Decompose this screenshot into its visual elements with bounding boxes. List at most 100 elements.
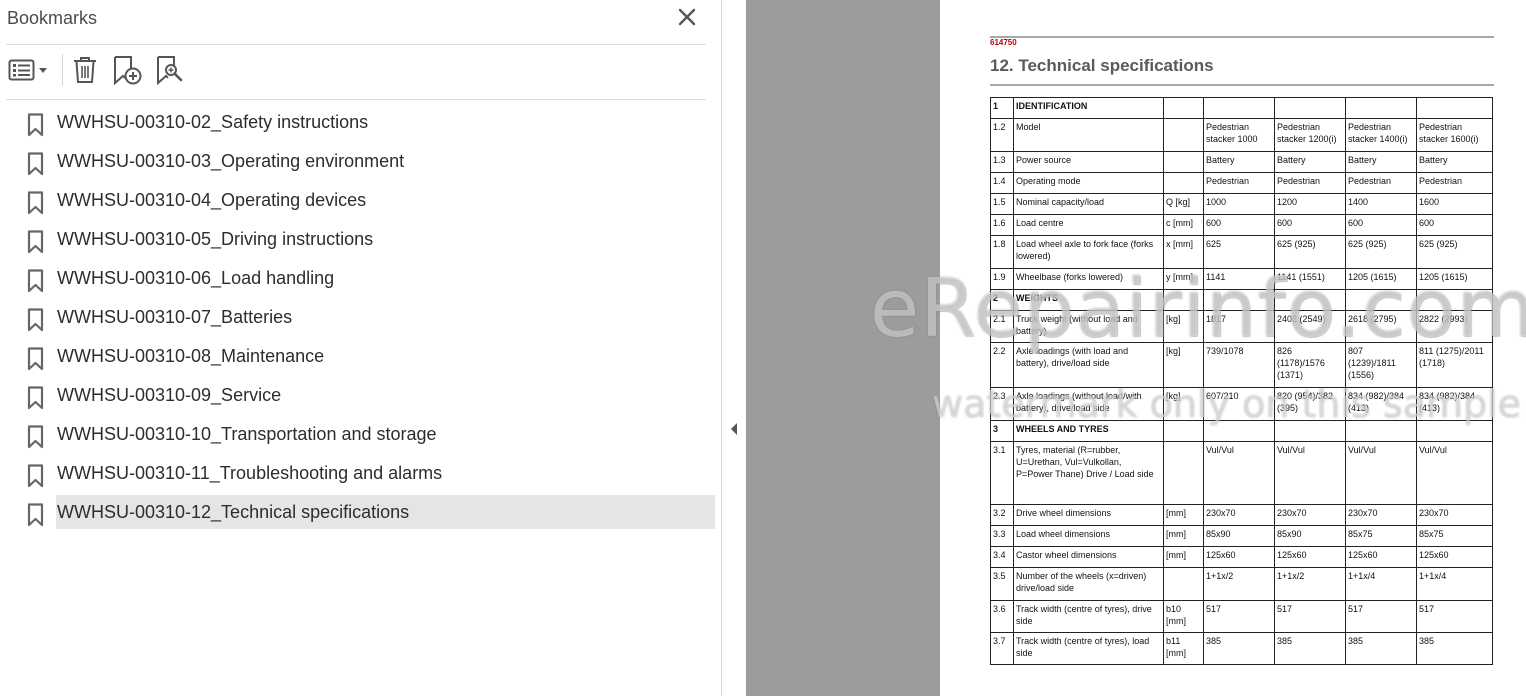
bookmark-label: WWHSU-00310-11_Troubleshooting and alarm…: [57, 463, 443, 483]
spec-value-cell: Pedestrian stacker 1200(i): [1274, 118, 1346, 152]
spec-num-cell: 2.1: [990, 310, 1014, 343]
spec-unit-cell: [1163, 441, 1204, 505]
spec-row: 3.3 Load wheel dimensions [mm] 85x90 85x90 85…: [990, 525, 1493, 547]
spec-unit-cell: x [mm]: [1163, 235, 1204, 269]
bookmark-item[interactable]: WWHSU-00310-02_Safety instructions: [0, 105, 722, 144]
bookmark-item[interactable]: WWHSU-00310-12_Technical specifications: [0, 495, 722, 534]
spec-empty-cell: [1163, 97, 1204, 119]
spec-value-cell: 230x70: [1274, 504, 1346, 526]
bookmark-item[interactable]: WWHSU-00310-08_Maintenance: [0, 339, 722, 378]
bookmark-item[interactable]: WWHSU-00310-09_Service: [0, 378, 722, 417]
spec-unit-cell: [mm]: [1163, 525, 1204, 547]
spec-value-cell: 1+1x/2: [1203, 567, 1275, 601]
spec-row: 2 WEIGHTS: [990, 289, 1493, 311]
bookmark-icon: [27, 230, 44, 254]
bookmark-item[interactable]: WWHSU-00310-05_Driving instructions: [0, 222, 722, 261]
spec-value-cell: Pedestrian: [1416, 172, 1493, 194]
spec-unit-cell: c [mm]: [1163, 214, 1204, 236]
spec-value-cell: 85x75: [1345, 525, 1417, 547]
spec-value-cell: 85x90: [1203, 525, 1275, 547]
spec-value-cell: Battery: [1345, 151, 1417, 173]
spec-row: 3.4 Castor wheel dimensions [mm] 125x60 125x…: [990, 546, 1493, 568]
spec-label-cell: Track width (centre of tyres), drive sid…: [1013, 600, 1164, 633]
spec-value-cell: 600: [1274, 214, 1346, 236]
spec-label-cell: Axle loadings (without load/with battery…: [1013, 387, 1164, 421]
spec-value-cell: 1817: [1203, 310, 1275, 343]
spec-unit-cell: [1163, 118, 1204, 152]
bookmark-icon: [27, 503, 44, 527]
spec-num-cell: 2.2: [990, 342, 1014, 388]
spec-value-cell: 1400: [1345, 193, 1417, 215]
spec-value-cell: Pedestrian stacker 1400(i): [1345, 118, 1417, 152]
spec-num-cell: 1.3: [990, 151, 1014, 173]
spec-unit-cell: [mm]: [1163, 546, 1204, 568]
toolbar-divider-bottom: [6, 99, 706, 100]
bookmark-item[interactable]: WWHSU-00310-03_Operating environment: [0, 144, 722, 183]
spec-empty-cell: [1345, 420, 1417, 442]
spec-num-cell: 3.3: [990, 525, 1014, 547]
spec-unit-cell: [1163, 151, 1204, 173]
bookmark-label: WWHSU-00310-06_Load handling: [57, 268, 335, 288]
spec-num-cell: 3.2: [990, 504, 1014, 526]
spec-value-cell: 517: [1274, 600, 1346, 633]
spec-value-cell: 1+1x/2: [1274, 567, 1346, 601]
spec-value-cell: 600: [1345, 214, 1417, 236]
bookmark-icon: [27, 269, 44, 293]
bookmark-item[interactable]: WWHSU-00310-11_Troubleshooting and alarm…: [0, 456, 722, 495]
spec-row: 1.2 Model Pedestrian stacker 1000 Pedestria…: [990, 118, 1493, 152]
spec-row: 2.3 Axle loadings (without load/with batt…: [990, 387, 1493, 421]
spec-empty-cell: [1345, 97, 1417, 119]
bookmark-options-button[interactable]: [8, 54, 52, 86]
close-panel-button[interactable]: [676, 6, 698, 28]
spec-empty-cell: [1416, 420, 1493, 442]
spec-value-cell: 1141: [1203, 268, 1275, 290]
header-rule: [990, 36, 1494, 38]
bookmark-item[interactable]: WWHSU-00310-10_Transportation and storag…: [0, 417, 722, 456]
document-heading: 12. Technical specifications: [990, 56, 1214, 75]
spec-label-cell: Track width (centre of tyres), load side: [1013, 632, 1164, 665]
spec-value-cell: 517: [1416, 600, 1493, 633]
spec-value-cell: 625: [1203, 235, 1275, 269]
collapse-panel-button[interactable]: [729, 421, 739, 437]
spec-num-cell: 2.3: [990, 387, 1014, 421]
bookmark-item[interactable]: WWHSU-00310-06_Load handling: [0, 261, 722, 300]
spec-label-cell: Load wheel dimensions: [1013, 525, 1164, 547]
heading-rule: [990, 84, 1494, 86]
spec-row: 3 WHEELS AND TYRES: [990, 420, 1493, 442]
bookmark-icon: [27, 386, 44, 410]
spec-row: 1.5 Nominal capacity/load Q [kg] 1000 1200 14…: [990, 193, 1493, 215]
document-id: 614750: [990, 38, 1017, 47]
spec-empty-cell: [1203, 97, 1275, 119]
spec-label-cell: Number of the wheels (x=driven) drive/lo…: [1013, 567, 1164, 601]
spec-value-cell: 834 (982)/384 (413): [1345, 387, 1417, 421]
spec-num-cell: 3.5: [990, 567, 1014, 601]
spec-value-cell: 230x70: [1203, 504, 1275, 526]
spec-empty-cell: [1203, 420, 1275, 442]
bookmark-label: WWHSU-00310-02_Safety instructions: [57, 112, 369, 132]
bookmark-icon: [27, 113, 44, 137]
find-bookmark-button[interactable]: [154, 54, 186, 86]
bookmark-icon: [27, 308, 44, 332]
bookmark-icon: [27, 425, 44, 449]
bookmark-item[interactable]: WWHSU-00310-07_Batteries: [0, 300, 722, 339]
spec-empty-cell: [1274, 97, 1346, 119]
spec-value-cell: 125x60: [1416, 546, 1493, 568]
bookmark-item[interactable]: WWHSU-00310-04_Operating devices: [0, 183, 722, 222]
spec-value-cell: 1+1x/4: [1345, 567, 1417, 601]
spec-value-cell: 607/210: [1203, 387, 1275, 421]
spec-value-cell: 625 (925): [1416, 235, 1493, 269]
spec-row: 1.4 Operating mode Pedestrian Pedestrian Ped…: [990, 172, 1493, 194]
delete-bookmark-button[interactable]: [71, 54, 99, 86]
spec-unit-cell: [kg]: [1163, 310, 1204, 343]
spec-num-cell: 1.2: [990, 118, 1014, 152]
spec-label-cell: Drive wheel dimensions: [1013, 504, 1164, 526]
panel-splitter[interactable]: [722, 0, 746, 696]
close-icon: [678, 8, 696, 26]
add-bookmark-button[interactable]: [111, 54, 143, 86]
spec-row: 2.2 Axle loadings (with load and battery)…: [990, 342, 1493, 388]
spec-value-cell: 2402 (2549): [1274, 310, 1346, 343]
spec-label-cell: WHEELS AND TYRES: [1013, 420, 1164, 442]
spec-value-cell: 2618 (2795): [1345, 310, 1417, 343]
spec-value-cell: Vul/Vul: [1203, 441, 1275, 505]
spec-unit-cell: b10 [mm]: [1163, 600, 1204, 633]
